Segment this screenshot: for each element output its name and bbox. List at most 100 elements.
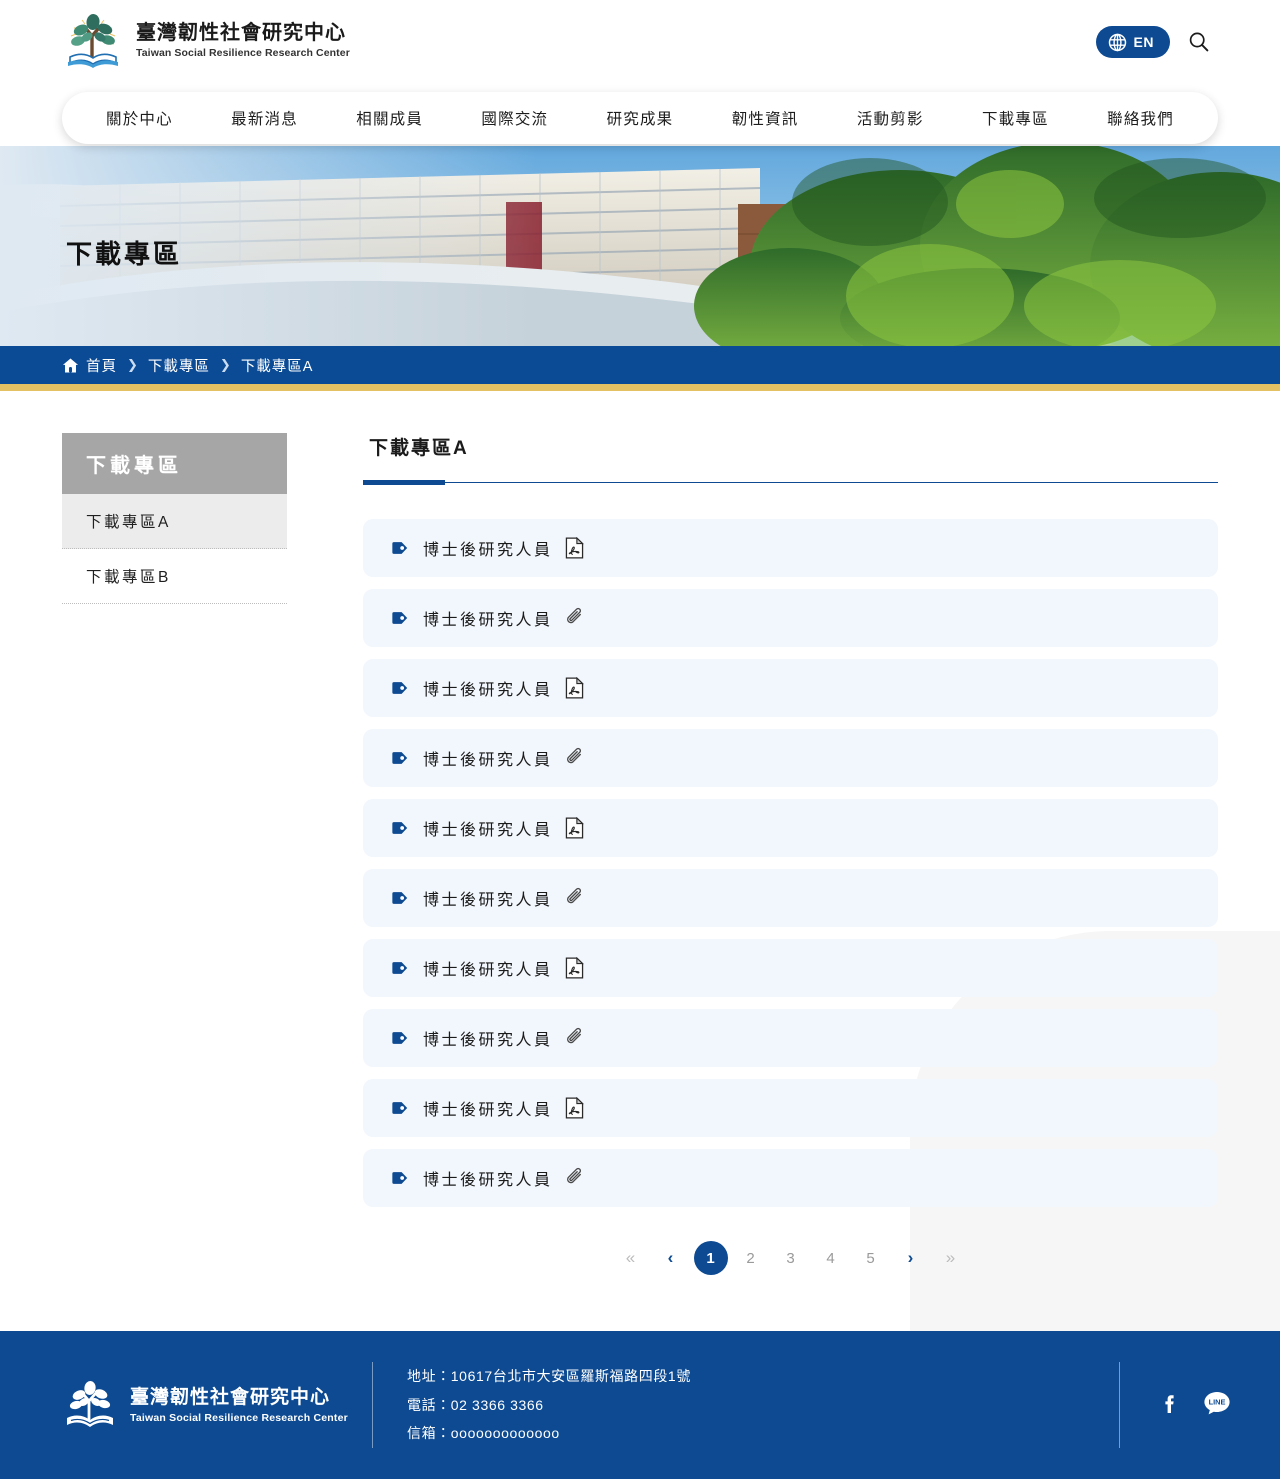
tag-icon: [392, 752, 408, 764]
paperclip-icon: [566, 1027, 581, 1044]
list-item-title: 博士後研究人員: [423, 1102, 553, 1119]
hero-banner-image: [0, 146, 1280, 346]
tab-underline: [363, 482, 1218, 483]
pagination-last[interactable]: »: [934, 1241, 968, 1275]
pagination-page-5[interactable]: 5: [854, 1241, 888, 1275]
list-item-title: 博士後研究人員: [423, 892, 553, 909]
breadcrumb-separator: ❯: [127, 357, 138, 372]
breadcrumb: 首頁 ❯ 下載專區 ❯ 下載專區A: [0, 346, 1280, 384]
list-item-title: 博士後研究人員: [423, 612, 553, 629]
download-list: 博士後研究人員 博士後研究人員 博士後研究人員 博士後研究人員 博士後研究人員 …: [363, 519, 1218, 1207]
svg-text:LINE: LINE: [1209, 1397, 1226, 1406]
list-item[interactable]: 博士後研究人員: [363, 799, 1218, 857]
breadcrumb-list: 首頁 ❯ 下載專區 ❯ 下載專區A: [62, 355, 313, 376]
site-logo-link[interactable]: 臺灣韌性社會研究中心 Taiwan Social Resilience Rese…: [62, 10, 350, 72]
pagination-next[interactable]: ›: [894, 1241, 928, 1275]
header-tools: EN: [1095, 26, 1212, 58]
paperclip-icon: [566, 887, 581, 904]
tab-download-a[interactable]: 下載專區A: [363, 433, 469, 482]
tree-book-logo-icon: [68, 14, 118, 68]
brand-name-zh: 臺灣韌性社會研究中心: [136, 22, 346, 45]
footer-address: 地址：10617台北市大安區羅斯福路四段1號: [407, 1367, 691, 1384]
tab-bar: 下載專區A: [363, 433, 1218, 485]
tag-icon: [392, 612, 408, 624]
site-footer: 臺灣韌性社會研究中心 Taiwan Social Resilience Rese…: [0, 1331, 1280, 1479]
breadcrumb-item-home[interactable]: 首頁: [62, 355, 117, 376]
nav-item-research[interactable]: 研究成果: [597, 101, 684, 135]
pdf-file-icon: [565, 1097, 584, 1119]
tag-icon: [392, 1172, 408, 1184]
list-item-title: 博士後研究人員: [423, 542, 553, 559]
footer-contact: 地址：10617台北市大安區羅斯福路四段1號 電話：02 3366 3366 信…: [373, 1362, 1119, 1448]
brand-name-en: Taiwan Social Resilience Research Center: [136, 47, 350, 60]
tag-icon: [392, 962, 408, 974]
facebook-link[interactable]: [1156, 1389, 1184, 1422]
nav-item-members[interactable]: 相關成員: [346, 101, 433, 135]
pdf-file-icon: [565, 817, 584, 839]
language-toggle-button[interactable]: EN: [1095, 26, 1170, 58]
paperclip-icon: [566, 607, 581, 624]
accent-strip: [0, 384, 1280, 391]
sidebar: 下載專區 下載專區A 下載專區B: [62, 433, 287, 1327]
nav-item-downloads[interactable]: 下載專區: [972, 101, 1059, 135]
page-body: 下載專區 下載專區A 下載專區B 下載專區A 博士後研究人員 博士後研究人員 博…: [0, 391, 1280, 1331]
nav-item-news[interactable]: 最新消息: [221, 101, 308, 135]
pagination-page-3[interactable]: 3: [774, 1241, 808, 1275]
list-item[interactable]: 博士後研究人員: [363, 589, 1218, 647]
list-item[interactable]: 博士後研究人員: [363, 659, 1218, 717]
tag-icon: [392, 542, 408, 554]
pagination-page-2[interactable]: 2: [734, 1241, 768, 1275]
line-icon: LINE: [1204, 1391, 1230, 1414]
breadcrumb-label-home: 首頁: [86, 358, 117, 375]
pagination-page-4[interactable]: 4: [814, 1241, 848, 1275]
sidebar-item-download-a[interactable]: 下載專區A: [62, 494, 287, 549]
pagination: « ‹ 1 2 3 4 5 › »: [363, 1241, 1218, 1327]
tree-book-logo-icon: [67, 1381, 113, 1427]
hero-banner: 下載專區: [0, 146, 1280, 346]
paperclip-icon: [566, 747, 581, 764]
footer-email: 信箱：ooooooooooooo: [407, 1425, 560, 1442]
list-item[interactable]: 博士後研究人員: [363, 729, 1218, 787]
nav-item-international[interactable]: 國際交流: [471, 101, 558, 135]
sidebar-item-download-b[interactable]: 下載專區B: [62, 549, 287, 604]
main-navigation: 關於中心 最新消息 相關成員 國際交流 研究成果 韌性資訊 活動剪影 下載專區 …: [62, 92, 1218, 144]
list-item-title: 博士後研究人員: [423, 1032, 553, 1049]
pagination-first[interactable]: «: [614, 1241, 648, 1275]
tab-active-indicator: [363, 480, 445, 485]
tag-icon: [392, 892, 408, 904]
pagination-page-1[interactable]: 1: [693, 1241, 728, 1275]
pagination-prev[interactable]: ‹: [654, 1241, 688, 1275]
site-header: 臺灣韌性社會研究中心 Taiwan Social Resilience Rese…: [0, 0, 1280, 146]
list-item[interactable]: 博士後研究人員: [363, 1079, 1218, 1137]
list-item[interactable]: 博士後研究人員: [363, 939, 1218, 997]
footer-social-links: LINE: [1120, 1388, 1232, 1423]
search-button[interactable]: [1186, 29, 1212, 55]
content-area: 下載專區A 博士後研究人員 博士後研究人員 博士後研究人員 博士後研究人員 博士…: [363, 433, 1218, 1327]
paperclip-icon: [566, 1167, 581, 1184]
tag-icon: [392, 682, 408, 694]
globe-icon: [1108, 33, 1126, 51]
breadcrumb-item-current: 下載專區A: [240, 358, 314, 375]
list-item-title: 博士後研究人員: [423, 682, 553, 699]
nav-item-resilience-info[interactable]: 韌性資訊: [722, 101, 809, 135]
footer-brand: 臺灣韌性社會研究中心 Taiwan Social Resilience Rese…: [62, 1377, 372, 1433]
list-item[interactable]: 博士後研究人員: [363, 519, 1218, 577]
line-link[interactable]: LINE: [1202, 1388, 1232, 1423]
nav-item-contact[interactable]: 聯絡我們: [1097, 101, 1184, 135]
nav-item-about[interactable]: 關於中心: [96, 101, 183, 135]
home-icon: [62, 358, 79, 372]
list-item[interactable]: 博士後研究人員: [363, 869, 1218, 927]
nav-item-gallery[interactable]: 活動剪影: [847, 101, 934, 135]
list-item-title: 博士後研究人員: [423, 752, 553, 769]
search-icon: [1189, 32, 1209, 52]
footer-phone: 電話：02 3366 3366: [407, 1396, 544, 1413]
tag-icon: [392, 1102, 408, 1114]
tag-icon: [392, 822, 408, 834]
pdf-file-icon: [565, 957, 584, 979]
breadcrumb-separator: ❯: [219, 357, 231, 372]
page-title: 下載專區: [66, 239, 183, 269]
list-item[interactable]: 博士後研究人員: [363, 1149, 1218, 1207]
breadcrumb-item-downloads[interactable]: 下載專區: [148, 355, 210, 376]
list-item[interactable]: 博士後研究人員: [363, 1009, 1218, 1067]
sidebar-heading: 下載專區: [62, 433, 287, 494]
